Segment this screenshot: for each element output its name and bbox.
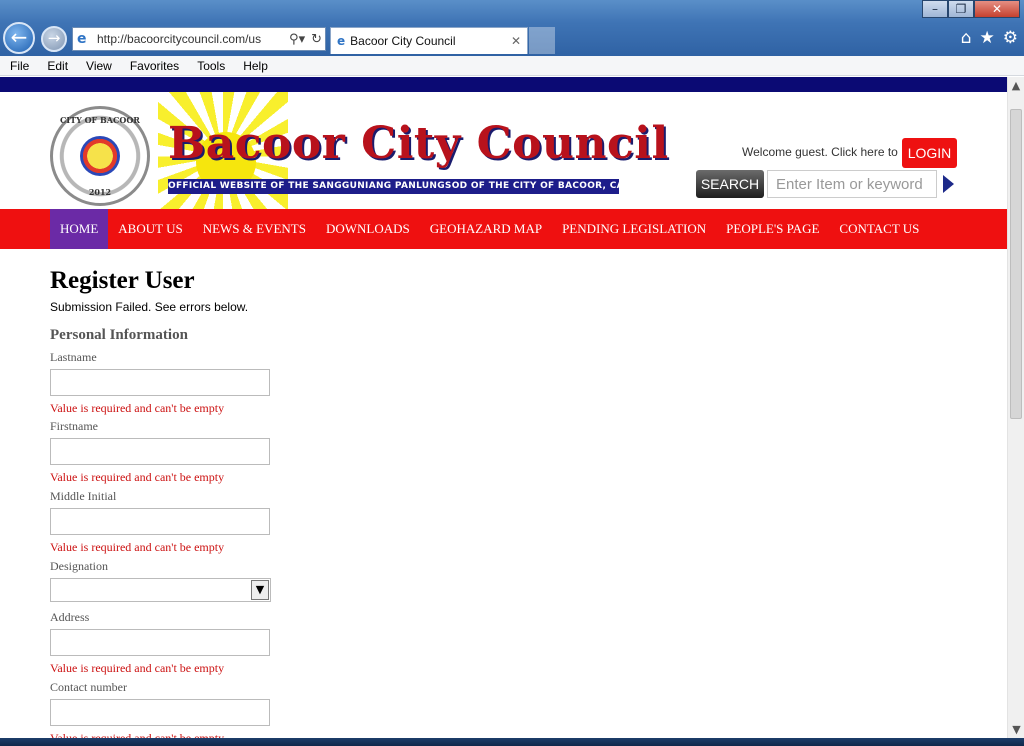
designation-select[interactable]: ▼	[50, 578, 271, 602]
register-form: Register User Submission Failed. See err…	[50, 266, 650, 738]
middle-initial-error: Value is required and can't be empty	[50, 540, 225, 554]
lastname-field[interactable]	[50, 369, 270, 396]
address-label: Address	[50, 610, 90, 624]
chevron-down-icon[interactable]: ▼	[251, 580, 269, 600]
contact-number-error: Value is required and can't be empty	[50, 731, 225, 738]
restore-icon[interactable]: ❐	[948, 0, 974, 18]
menu-file[interactable]: File	[0, 59, 37, 73]
address-field[interactable]	[50, 629, 270, 656]
tab-title: Bacoor City Council	[350, 34, 456, 48]
forward-arrow-icon[interactable]: →	[41, 26, 67, 52]
menu-view[interactable]: View	[76, 59, 120, 73]
page-title: Register User	[50, 267, 195, 294]
refresh-icon[interactable]: ↻	[308, 32, 325, 47]
nav-peoples-page[interactable]: PEOPLE'S PAGE	[716, 209, 829, 249]
browser-tab[interactable]: e Bacoor City Council ✕	[330, 27, 528, 54]
browser-toolbar-icons: ⌂ ★ ⚙	[961, 28, 1018, 48]
close-window-icon[interactable]: ✕	[974, 0, 1020, 18]
address-url[interactable]: http://bacoorcitycouncil.com/us	[97, 32, 286, 46]
site-header: CITY OF BACOOR 2012 Bacoor City Council …	[0, 92, 1007, 209]
address-error: Value is required and can't be empty	[50, 661, 225, 675]
welcome-text: Welcome guest. Click here to	[742, 145, 898, 159]
middle-initial-label: Middle Initial	[50, 489, 117, 503]
os-taskbar	[0, 738, 1024, 746]
contact-number-label: Contact number	[50, 680, 127, 694]
firstname-error: Value is required and can't be empty	[50, 470, 225, 484]
submission-status: Submission Failed. See errors below.	[50, 300, 249, 314]
favorites-star-icon[interactable]: ★	[980, 28, 995, 48]
nav-pending-legislation[interactable]: PENDING LEGISLATION	[552, 209, 716, 249]
vertical-scrollbar[interactable]: ▲ ▼	[1007, 77, 1024, 738]
nav-geohazard-map[interactable]: GEOHAZARD MAP	[420, 209, 552, 249]
search-input[interactable]	[767, 170, 937, 198]
nav-news-events[interactable]: NEWS & EVENTS	[193, 209, 316, 249]
lastname-error: Value is required and can't be empty	[50, 401, 225, 415]
browser-menubar: File Edit View Favorites Tools Help	[0, 56, 1024, 76]
menu-help[interactable]: Help	[233, 59, 276, 73]
seal-text-top: CITY OF BACOOR	[60, 115, 140, 125]
nav-home[interactable]: HOME	[50, 209, 109, 249]
window-controls: – ❐ ✕	[922, 0, 1020, 18]
city-seal-logo: CITY OF BACOOR 2012	[50, 106, 150, 206]
designation-label: Designation	[50, 559, 108, 573]
home-icon[interactable]: ⌂	[961, 28, 972, 48]
firstname-field[interactable]	[50, 438, 270, 465]
settings-gear-icon[interactable]: ⚙	[1003, 28, 1018, 48]
scroll-up-icon[interactable]: ▲	[1008, 77, 1024, 94]
browser-chrome: – ❐ ✕ ← → e http://bacoorcitycouncil.com…	[0, 0, 1024, 56]
nav-downloads[interactable]: DOWNLOADS	[316, 209, 420, 249]
search-dropdown-icon[interactable]: ⚲▾	[286, 32, 308, 47]
menu-edit[interactable]: Edit	[37, 59, 76, 73]
main-nav: HOME ABOUT US NEWS & EVENTS DOWNLOADS GE…	[0, 209, 1007, 249]
scroll-down-icon[interactable]: ▼	[1008, 721, 1024, 738]
tab-close-icon[interactable]: ✕	[511, 34, 521, 48]
minimize-icon[interactable]: –	[922, 0, 948, 18]
search-button[interactable]: SEARCH	[696, 170, 764, 198]
search-go-arrow-icon[interactable]	[943, 175, 954, 193]
seal-sun-icon	[80, 136, 120, 176]
section-heading: Personal Information	[50, 327, 188, 343]
top-stripe	[0, 77, 1007, 92]
address-bar[interactable]: e http://bacoorcitycouncil.com/us ⚲▾ ↻	[72, 27, 326, 51]
scroll-thumb[interactable]	[1010, 109, 1022, 419]
site-title[interactable]: Bacoor City Council	[168, 118, 669, 169]
firstname-label: Firstname	[50, 419, 98, 433]
lastname-label: Lastname	[50, 350, 97, 364]
contact-number-field[interactable]	[50, 699, 270, 726]
nav-contact-us[interactable]: CONTACT US	[829, 209, 929, 249]
login-button[interactable]: LOGIN	[902, 138, 957, 168]
page-viewport: CITY OF BACOOR 2012 Bacoor City Council …	[0, 77, 1007, 738]
menu-tools[interactable]: Tools	[187, 59, 233, 73]
tab-favicon-icon: e	[337, 34, 346, 48]
back-arrow-icon[interactable]: ←	[3, 22, 35, 54]
menu-favorites[interactable]: Favorites	[120, 59, 187, 73]
nav-about-us[interactable]: ABOUT US	[108, 209, 192, 249]
seal-text-bottom: 2012	[88, 187, 112, 197]
middle-initial-field[interactable]	[50, 508, 270, 535]
ie-page-icon: e	[77, 31, 87, 47]
site-subtitle: OFFICIAL WEBSITE OF THE SANGGUNIANG PANL…	[168, 179, 619, 194]
new-tab-button[interactable]	[529, 27, 555, 54]
